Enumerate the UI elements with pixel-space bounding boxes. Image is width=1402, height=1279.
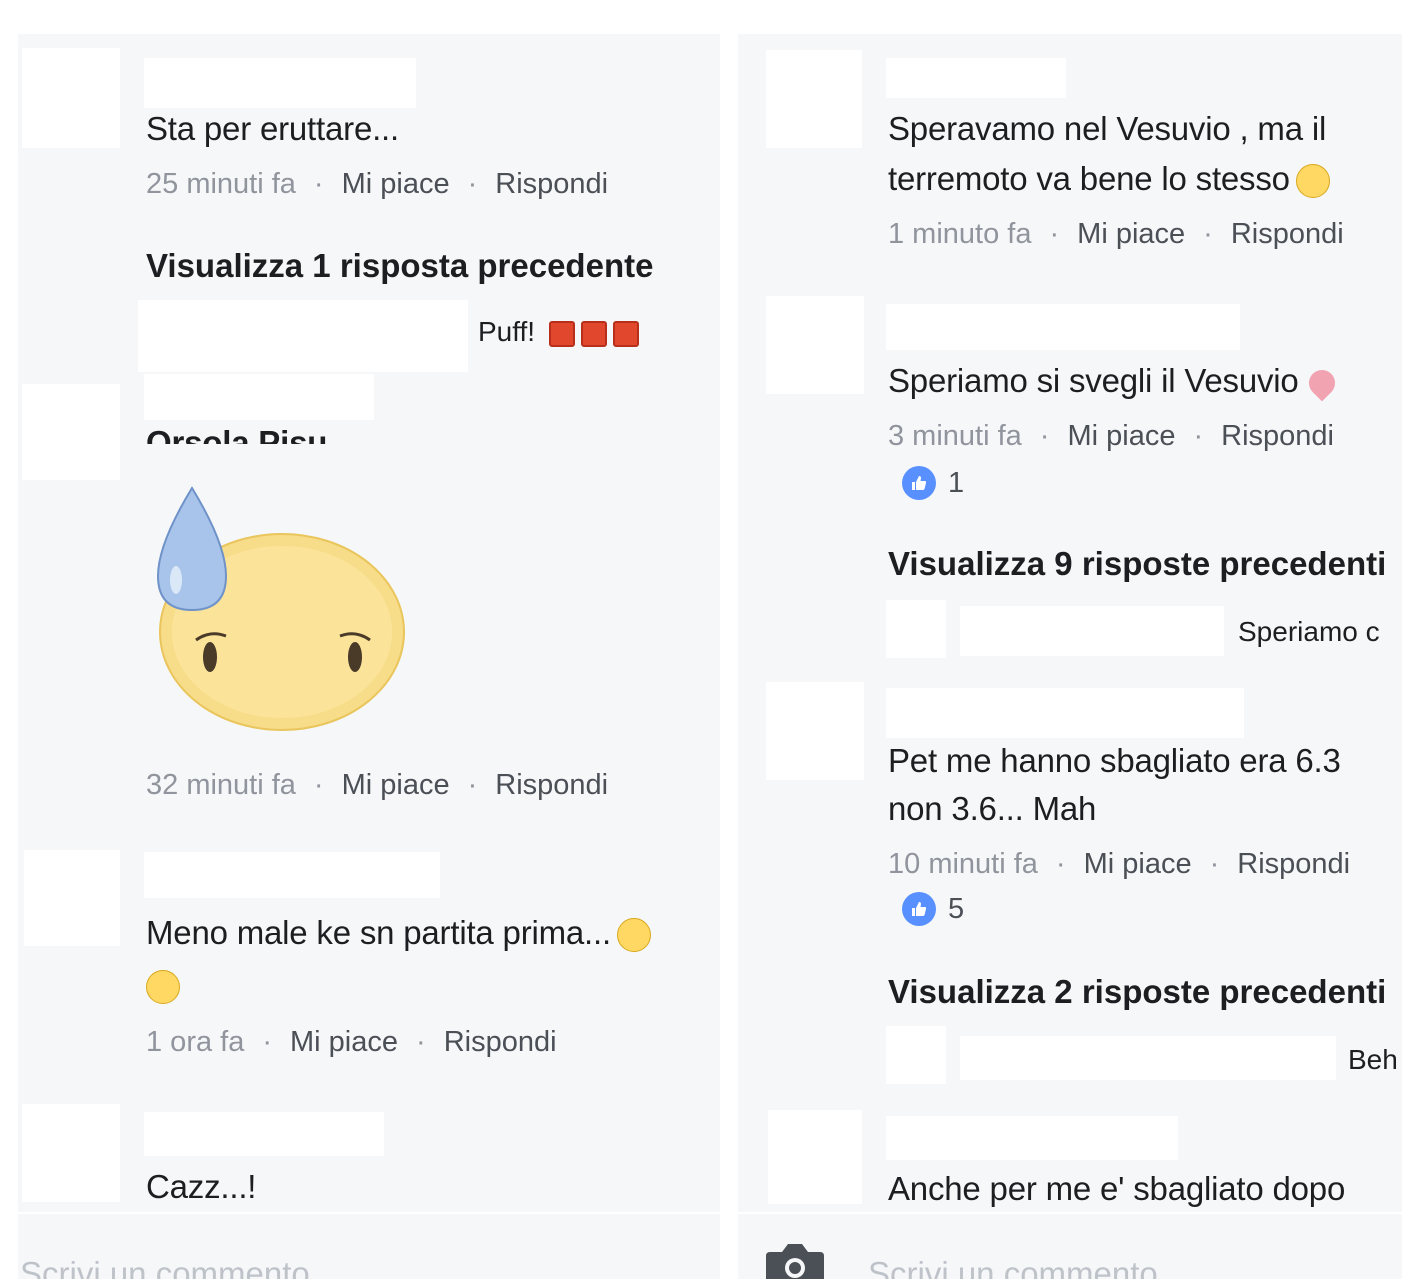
thumbs-up-icon [902, 466, 936, 500]
comment-text: Sta per eruttare... [146, 110, 399, 147]
redacted-author-name [886, 1116, 1178, 1160]
author-name-partial: Orsola Pisu [146, 424, 328, 444]
emoji-icon [616, 918, 651, 953]
emoji-icon [1295, 164, 1330, 199]
divider [18, 1212, 720, 1214]
comment-meta: 3 minuti fa · Mi piace · Rispondi [888, 420, 1334, 452]
reply-link[interactable]: Rispondi [1231, 218, 1344, 250]
redacted-author-name [144, 374, 374, 420]
redacted-reply-author [960, 1036, 1336, 1080]
view-previous-replies-link[interactable]: Visualizza 2 risposte precedenti [888, 972, 1386, 1012]
comment-meta: 32 minuti fa · Mi piace · Rispondi [146, 769, 609, 801]
emoji-icon [146, 970, 180, 1004]
like-link[interactable]: Mi piace [1067, 420, 1175, 452]
avatar[interactable] [766, 682, 864, 780]
comment-meta: 10 minuti fa · Mi piace · Rispondi [888, 848, 1351, 880]
like-count-badge[interactable]: 1 [902, 466, 964, 500]
timestamp: 25 minuti fa [146, 168, 296, 200]
reply-preview[interactable]: Beh [1348, 1042, 1398, 1078]
comment-text: Anche per me e' sbagliato dopo [888, 1170, 1346, 1207]
comments-panel-left: Sta per eruttare... 25 minuti fa · Mi piac… [18, 34, 720, 1279]
comment-text: Meno male ke sn partita prima... [146, 908, 651, 958]
fire-emoji-icon [548, 320, 575, 347]
avatar[interactable] [22, 1104, 120, 1202]
avatar[interactable] [22, 48, 120, 148]
avatar[interactable] [22, 384, 120, 480]
redacted-author-name [886, 58, 1066, 98]
reply-link[interactable]: Rispondi [1221, 420, 1334, 452]
camera-icon[interactable] [764, 1240, 826, 1279]
comment-input[interactable]: Scrivi un commento... [868, 1255, 1185, 1279]
sweat-face-sticker-icon [156, 486, 405, 731]
heart-emoji-icon [1303, 364, 1340, 402]
avatar[interactable] [766, 50, 862, 148]
comment-meta: 25 minuti fa · Mi piace · Rispondi [146, 168, 609, 200]
divider [738, 1212, 1402, 1214]
comment-meta: 1 minuto fa · Mi piace · Rispondi [888, 218, 1344, 250]
comment-text-line-2: terremoto va bene lo stesso [888, 154, 1330, 204]
avatar[interactable] [768, 1110, 862, 1204]
reply-avatar[interactable] [886, 1026, 946, 1084]
avatar[interactable] [766, 296, 864, 394]
timestamp: 1 minuto fa [888, 218, 1032, 250]
redacted-author-name [144, 1112, 384, 1156]
thumbs-up-icon [902, 892, 936, 926]
comment-text-line-1: Speravamo nel Vesuvio , ma il [888, 110, 1327, 147]
like-count-badge[interactable]: 5 [902, 892, 964, 926]
avatar[interactable] [24, 850, 120, 946]
comment-text-line-2: non 3.6... Mah [888, 790, 1097, 827]
fire-emoji-icon [612, 320, 639, 347]
comments-panel-right: Speravamo nel Vesuvio , ma il terremoto … [738, 34, 1402, 1279]
like-link[interactable]: Mi piace [342, 168, 450, 200]
reply-preview[interactable]: Puff! [478, 314, 639, 350]
redacted-author-name [144, 852, 440, 898]
reply-link[interactable]: Rispondi [495, 769, 608, 801]
reply-link[interactable]: Rispondi [1237, 848, 1350, 880]
comment-input[interactable]: Scrivi un commento... [20, 1255, 337, 1279]
reply-avatar[interactable] [886, 600, 946, 658]
timestamp: 3 minuti fa [888, 420, 1022, 452]
fire-emoji-icon [580, 320, 607, 347]
like-link[interactable]: Mi piace [290, 1026, 398, 1058]
view-previous-replies-link[interactable]: Visualizza 1 risposta precedente [146, 246, 653, 286]
like-link[interactable]: Mi piace [1077, 218, 1185, 250]
redacted-author-name [886, 304, 1240, 350]
reply-preview[interactable]: Speriamo c [1238, 614, 1380, 650]
like-link[interactable]: Mi piace [1084, 848, 1192, 880]
like-count: 5 [948, 892, 965, 925]
reply-link[interactable]: Rispondi [495, 168, 608, 200]
redacted-author-name [886, 688, 1244, 738]
comment-text: Speriamo si svegli il Vesuvio [888, 356, 1340, 406]
redacted-reply-author [960, 606, 1224, 656]
timestamp: 10 minuti fa [888, 848, 1038, 880]
redacted-author-name [144, 58, 416, 108]
timestamp: 1 ora fa [146, 1026, 245, 1058]
comment-meta: 1 ora fa · Mi piace · Rispondi [146, 1026, 557, 1058]
reply-link[interactable]: Rispondi [444, 1026, 557, 1058]
timestamp: 32 minuti fa [146, 769, 296, 801]
like-link[interactable]: Mi piace [342, 769, 450, 801]
comment-text-line-1: Pet me hanno sbagliato era 6.3 [888, 742, 1341, 779]
reply-snippet: Puff! [478, 316, 536, 347]
comment-text: Cazz...! [146, 1168, 257, 1205]
redacted-reply-author [138, 300, 468, 372]
view-previous-replies-link[interactable]: Visualizza 9 risposte precedenti [888, 544, 1386, 584]
like-count: 1 [948, 466, 965, 499]
